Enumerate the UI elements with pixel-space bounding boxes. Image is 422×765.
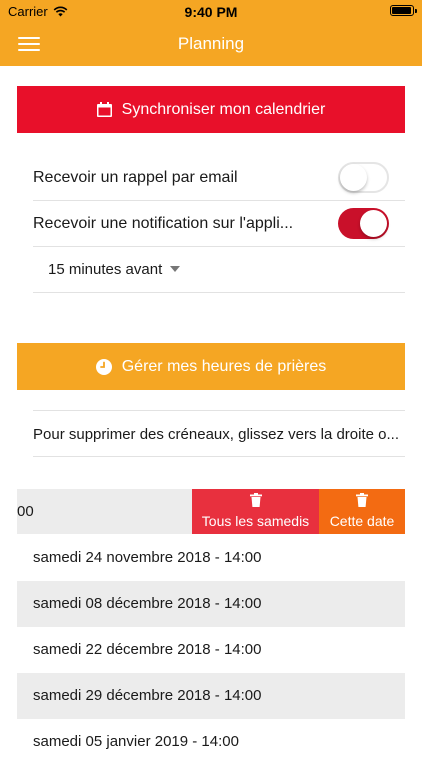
page-title: Planning (177, 34, 245, 53)
manage-prayer-hours-button[interactable]: Gérer mes heures de prières (17, 343, 405, 390)
slot-text: samedi 24 novembre 2018 - 14:00 (33, 549, 262, 566)
slot-text: samedi 08 décembre 2018 - 14:00 (33, 595, 262, 612)
slot-row[interactable]: samedi 05 janvier 2019 - 14:00 (17, 719, 405, 765)
toggle-knob (360, 210, 387, 237)
swiped-slot-text: 00 (17, 503, 34, 520)
trash-icon (356, 493, 368, 507)
delete-all-saturdays-label: Tous les samedis (201, 513, 310, 529)
notification-delay-value: 15 minutes avant (48, 261, 163, 278)
status-bar: Carrier 9:40 PM (0, 0, 422, 22)
notification-delay-select[interactable]: 15 minutes avant (48, 261, 181, 278)
divider (33, 246, 405, 247)
nav-bar: Planning (0, 22, 422, 66)
slot-row[interactable]: samedi 22 décembre 2018 - 14:00 (17, 627, 405, 673)
toggle-knob (340, 164, 367, 191)
status-time: 9:40 PM (184, 4, 238, 20)
caret-down-icon (170, 265, 181, 272)
app-notification-toggle[interactable] (338, 208, 389, 239)
battery-icon (390, 5, 417, 16)
slot-text: samedi 29 décembre 2018 - 14:00 (33, 687, 262, 704)
divider (33, 456, 405, 457)
swipe-instructions: Pour supprimer des créneaux, glissez ver… (33, 426, 399, 443)
slot-text: samedi 22 décembre 2018 - 14:00 (33, 641, 262, 658)
delete-all-saturdays-button[interactable]: Tous les samedis (192, 489, 319, 534)
sync-calendar-label: Synchroniser mon calendrier (121, 100, 326, 118)
swiped-slot-row[interactable]: 00 Tous les samedis Cette date (17, 489, 405, 534)
slot-row[interactable]: samedi 29 décembre 2018 - 14:00 (17, 673, 405, 719)
divider (33, 200, 405, 201)
slot-text: samedi 05 janvier 2019 - 14:00 (33, 733, 239, 750)
battery-fill (392, 7, 411, 14)
manage-prayer-hours-label: Gérer mes heures de prières (121, 357, 327, 375)
delete-this-date-label: Cette date (329, 513, 395, 529)
clock-icon (95, 358, 112, 375)
trash-icon (249, 493, 262, 507)
sync-calendar-button[interactable]: Synchroniser mon calendrier (17, 86, 405, 133)
calendar-icon (96, 102, 112, 117)
slot-row[interactable]: samedi 24 novembre 2018 - 14:00 (17, 535, 405, 581)
email-reminder-toggle[interactable] (338, 162, 389, 193)
divider (33, 410, 405, 411)
slot-row[interactable]: samedi 08 décembre 2018 - 14:00 (17, 581, 405, 627)
divider (33, 292, 405, 293)
delete-this-date-button[interactable]: Cette date (319, 489, 405, 534)
